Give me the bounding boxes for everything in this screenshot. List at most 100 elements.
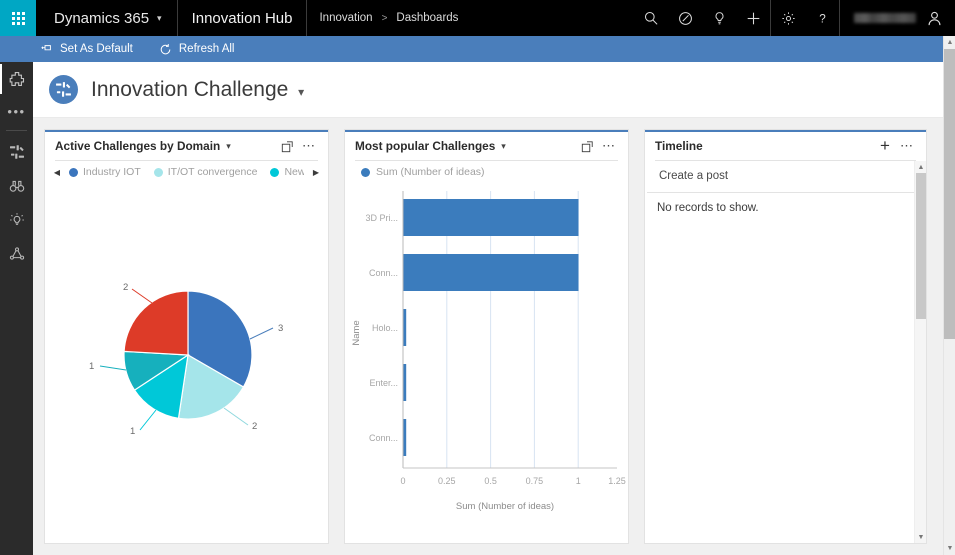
page-scroll-up-icon[interactable]: ▲ [944, 36, 955, 49]
pie-leader-0 [250, 328, 273, 339]
left-sidebar: ••• [0, 36, 33, 555]
breadcrumb: Innovation > Dashboards [307, 0, 470, 36]
svg-text:?: ? [819, 12, 826, 25]
more-icon[interactable]: ⋯ [896, 135, 918, 157]
help-icon[interactable]: ? [805, 0, 839, 36]
user-block[interactable] [840, 0, 955, 36]
refresh-icon [159, 43, 172, 56]
create-post-input[interactable]: Create a post [647, 161, 924, 193]
pop-out-icon[interactable] [576, 135, 598, 157]
topbar-icon-group: ? [634, 0, 955, 36]
brand-label: Dynamics 365 [54, 10, 149, 27]
refresh-all-button[interactable]: Refresh All [159, 43, 249, 56]
legend-item-0[interactable]: Industry IOT [69, 166, 141, 178]
more-icon[interactable]: ⋯ [598, 135, 620, 157]
search-icon[interactable] [634, 0, 668, 36]
legend-item-sum[interactable]: Sum (Number of ideas) [351, 166, 485, 178]
avatar-icon [926, 10, 943, 27]
bar-ytick-1: Conn... [369, 268, 398, 278]
pie-leader-4 [132, 289, 152, 303]
chevron-down-icon[interactable]: ▾ [501, 141, 506, 152]
waffle-icon [12, 12, 25, 25]
legend-color-dot [361, 168, 370, 177]
card-active-challenges-by-domain: Active Challenges by Domain ▾ ⋯ ◀ Indust… [45, 130, 328, 543]
legend-label: Industry IOT [83, 166, 141, 178]
app-launcher-button[interactable] [0, 0, 36, 36]
pie-slice-4 [124, 291, 188, 355]
legend-items: Industry IOT IT/OT convergence New busin [69, 166, 304, 178]
legend-color-dot [270, 168, 279, 177]
card-most-popular-challenges: Most popular Challenges ▾ ⋯ Sum (Number … [345, 130, 628, 543]
bar-xtick-0: 0 [400, 476, 405, 486]
page-scrollbar[interactable]: ▲ ▼ [943, 36, 955, 555]
page-header: Innovation Challenge ▾ [33, 62, 943, 118]
refresh-all-label: Refresh All [179, 43, 235, 55]
pie-chart-area[interactable]: 3 2 1 1 2 [45, 183, 328, 543]
bar-xtick-2: 0.5 [484, 476, 497, 486]
set-as-default-button[interactable]: Set As Default [40, 43, 147, 56]
scroll-up-icon[interactable]: ▲ [915, 161, 927, 173]
chevron-down-icon[interactable]: ▾ [298, 85, 304, 99]
page-title-label: Innovation Challenge [91, 78, 288, 101]
bar-ytick-4: Conn... [369, 433, 398, 443]
scroll-down-icon[interactable]: ▼ [915, 531, 927, 543]
bar-legend: Sum (Number of ideas) [345, 161, 628, 183]
pie-label-1: 2 [252, 421, 257, 432]
timeline-scrollbar[interactable]: ▲ ▼ [914, 161, 926, 543]
bar-xtick-5: 1.25 [608, 476, 626, 486]
card-header-pie: Active Challenges by Domain ▾ ⋯ [45, 132, 328, 160]
brand-dynamics365[interactable]: Dynamics 365 ▾ [36, 0, 178, 36]
bar-y-axis-title: Name [351, 320, 362, 345]
bar-1 [404, 254, 579, 291]
dashboard-icon [49, 75, 78, 104]
pie-chart-svg: 3 2 1 1 2 [45, 183, 328, 523]
pie-label-2: 1 [130, 426, 135, 437]
card-title-pie: Active Challenges by Domain [55, 139, 220, 153]
page-scroll-thumb[interactable] [944, 49, 955, 339]
sidebar-more-icon[interactable]: ••• [0, 96, 33, 126]
page-scroll-down-icon[interactable]: ▼ [944, 542, 955, 555]
more-icon[interactable]: ⋯ [298, 135, 320, 157]
lightbulb-icon[interactable] [702, 0, 736, 36]
legend-next-icon[interactable]: ▶ [310, 168, 322, 177]
pie-label-0: 3 [278, 323, 283, 334]
chevron-down-icon[interactable]: ▾ [226, 141, 231, 152]
pop-out-icon[interactable] [276, 135, 298, 157]
bar-2 [404, 309, 407, 346]
bar-xtick-4: 1 [576, 476, 581, 486]
sidebar-item-site-map[interactable] [0, 62, 33, 96]
dashboard-canvas: Active Challenges by Domain ▾ ⋯ ◀ Indust… [33, 118, 943, 555]
top-navigation-bar: Dynamics 365 ▾ Innovation Hub Innovation… [0, 0, 955, 36]
breadcrumb-item-dashboards[interactable]: Dashboards [396, 12, 458, 24]
sidebar-item-discover[interactable] [0, 169, 33, 203]
legend-item-1[interactable]: IT/OT convergence [154, 166, 258, 178]
username-label [854, 13, 916, 23]
legend-item-2[interactable]: New busin [270, 166, 304, 178]
sidebar-divider [6, 130, 27, 131]
bar-chart-area[interactable]: 3D Pri... Conn... Holo... Enter... Conn.… [345, 183, 628, 543]
pie-label-4: 2 [123, 282, 128, 293]
bar-chart-svg: 3D Pri... Conn... Holo... Enter... Conn.… [345, 183, 628, 523]
card-timeline: Timeline + ⋯ Create a post No records to… [645, 130, 926, 543]
gear-icon[interactable] [771, 0, 805, 36]
breadcrumb-item-innovation[interactable]: Innovation [319, 12, 372, 24]
pie-label-3: 1 [89, 361, 94, 372]
sidebar-item-challenges[interactable] [0, 237, 33, 271]
timeline-empty-message: No records to show. [645, 193, 926, 223]
legend-color-dot [69, 168, 78, 177]
page-title: Innovation Challenge ▾ [91, 78, 304, 102]
assistant-icon[interactable] [668, 0, 702, 36]
card-title-bar: Most popular Challenges [355, 139, 495, 153]
binoculars-icon [9, 178, 25, 194]
sidebar-item-dashboards[interactable] [0, 135, 33, 169]
legend-label: IT/OT convergence [168, 166, 258, 178]
site-map-icon [9, 71, 25, 87]
legend-prev-icon[interactable]: ◀ [51, 168, 63, 177]
timeline-scroll-thumb[interactable] [916, 173, 926, 319]
plus-icon[interactable]: + [874, 135, 896, 157]
sidebar-item-ideas[interactable] [0, 203, 33, 237]
main-content: Innovation Challenge ▾ Active Challenges… [33, 62, 943, 555]
plus-icon[interactable] [736, 0, 770, 36]
pie-leader-1 [224, 408, 248, 425]
bar-ytick-0: 3D Pri... [365, 213, 398, 223]
